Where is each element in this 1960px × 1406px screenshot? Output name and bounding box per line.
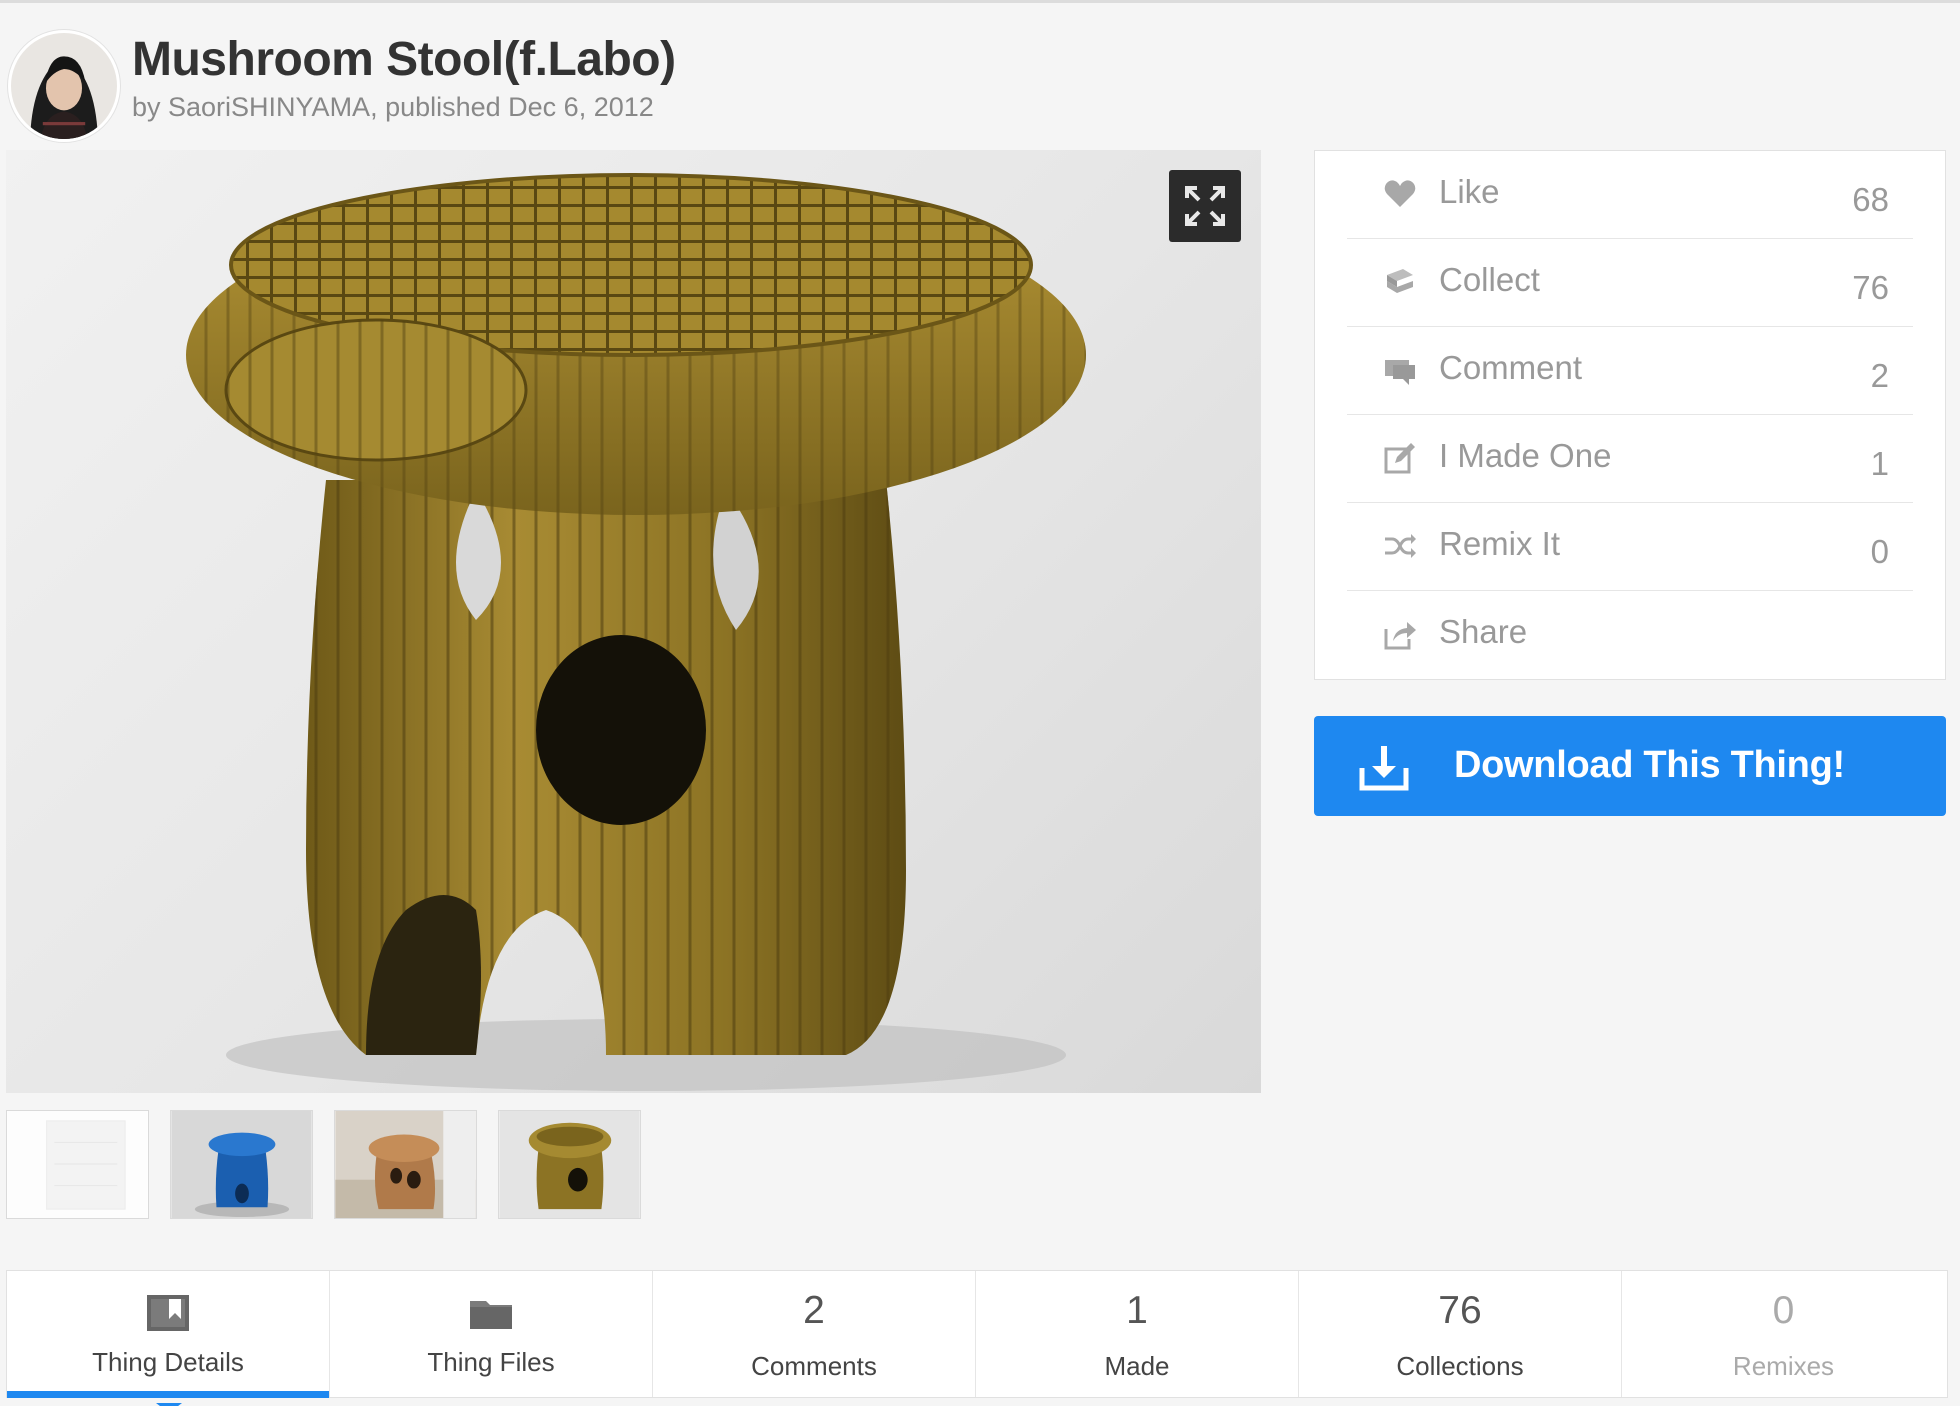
remixes-count: 0 <box>1772 1289 1795 1332</box>
thing-byline[interactable]: by SaoriSHINYAMA, published Dec 6, 2012 <box>132 92 654 123</box>
pencil-square-icon <box>1384 443 1415 474</box>
i-made-one-count: 1 <box>1870 445 1889 482</box>
collect-action[interactable]: Collect 76 <box>1347 239 1913 327</box>
i-made-one-label: I Made One <box>1439 437 1612 474</box>
tab-thing-files[interactable]: Thing Files <box>330 1271 653 1397</box>
folder-icon <box>470 1301 512 1329</box>
collect-label: Collect <box>1439 261 1540 298</box>
tab-thing-files-label: Thing Files <box>427 1347 555 1377</box>
tab-made-label: Made <box>1104 1351 1170 1381</box>
share-label: Share <box>1439 613 1528 650</box>
heart-icon <box>1384 180 1416 207</box>
main-thing-image[interactable] <box>6 150 1261 1093</box>
expand-arrows-icon <box>1185 186 1225 226</box>
comments-count: 2 <box>803 1289 825 1332</box>
comment-action[interactable]: Comment 2 <box>1347 327 1913 415</box>
thumbnail-2[interactable] <box>170 1110 313 1219</box>
comment-label: Comment <box>1439 349 1583 386</box>
made-count: 1 <box>1126 1289 1148 1332</box>
download-label: Download This Thing! <box>1454 744 1845 786</box>
comment-count: 2 <box>1870 357 1889 394</box>
tab-remixes[interactable]: 0 Remixes <box>1622 1271 1945 1397</box>
stack-icon <box>1387 269 1413 293</box>
bookmark-icon <box>147 1295 189 1331</box>
tab-thing-details-label: Thing Details <box>92 1347 244 1377</box>
tab-collections-label: Collections <box>1396 1351 1524 1381</box>
collect-count: 76 <box>1852 269 1889 306</box>
thing-tabs: Thing Details Thing Files 2 Comments 1 M… <box>6 1270 1948 1406</box>
download-button[interactable]: Download This Thing! <box>1314 716 1946 816</box>
share-arrow-icon <box>1384 622 1416 650</box>
tab-collections[interactable]: 76 Collections <box>1299 1271 1622 1397</box>
collections-count: 76 <box>1438 1289 1482 1332</box>
speech-bubble-icon <box>1385 360 1415 385</box>
remix-action[interactable]: Remix It 0 <box>1347 503 1913 591</box>
like-action[interactable]: Like 68 <box>1347 151 1913 239</box>
top-border <box>0 0 1960 3</box>
shuffle-icon <box>1385 534 1416 558</box>
download-tray-icon <box>1359 746 1409 791</box>
thumbnail-3[interactable] <box>334 1110 477 1219</box>
thing-title: Mushroom Stool(f.Labo) <box>132 33 676 86</box>
share-action[interactable]: Share <box>1347 591 1913 679</box>
tab-made[interactable]: 1 Made <box>976 1271 1299 1397</box>
i-made-one-action[interactable]: I Made One 1 <box>1347 415 1913 503</box>
remix-count: 0 <box>1870 533 1889 570</box>
expand-image-button[interactable] <box>1169 170 1241 242</box>
tab-active-indicator <box>7 1391 329 1398</box>
like-label: Like <box>1439 173 1500 210</box>
thumbnail-4[interactable] <box>498 1110 641 1219</box>
thing-actions-panel: Like 68 Collect 76 Comment 2 I Made One … <box>1314 150 1946 680</box>
tab-thing-details[interactable]: Thing Details <box>7 1271 330 1406</box>
remix-label: Remix It <box>1439 525 1561 562</box>
thumbnail-1[interactable] <box>6 1110 149 1219</box>
tab-comments-label: Comments <box>751 1351 877 1381</box>
like-count: 68 <box>1852 181 1889 218</box>
tab-remixes-label: Remixes <box>1732 1351 1835 1381</box>
author-avatar[interactable] <box>8 30 120 142</box>
tab-comments[interactable]: 2 Comments <box>653 1271 976 1397</box>
